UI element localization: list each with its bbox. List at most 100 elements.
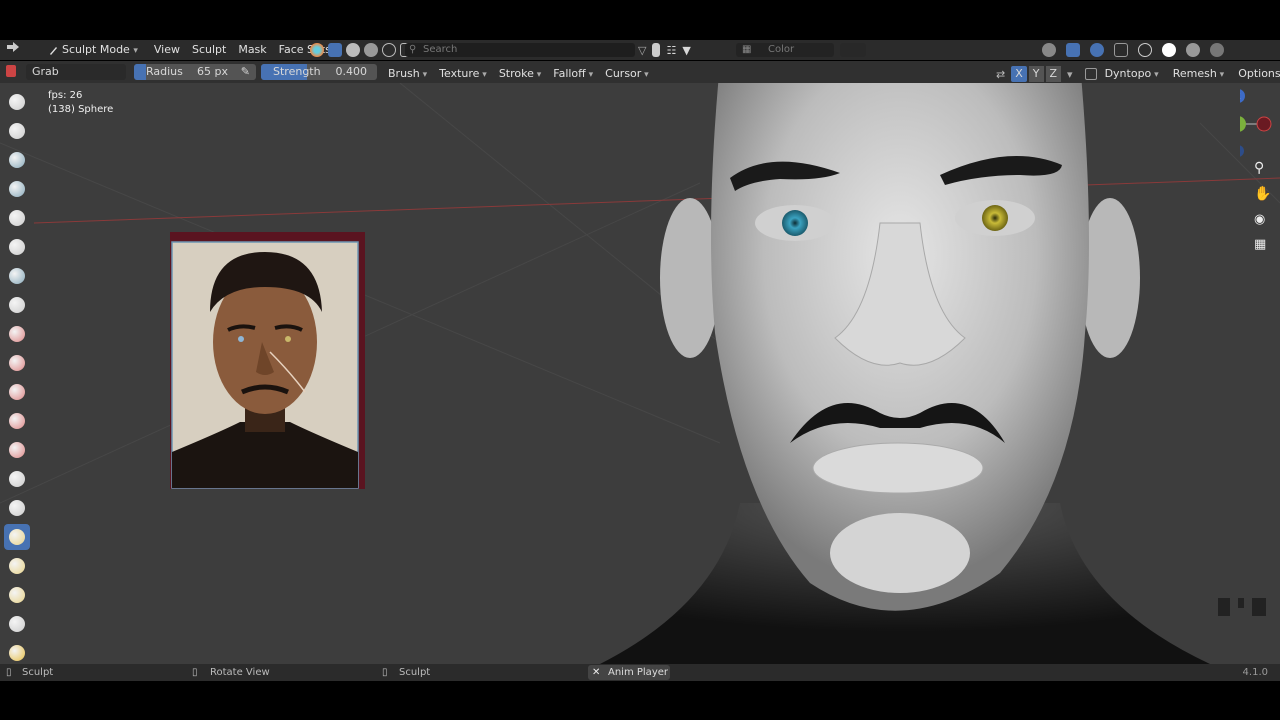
tool-flatten-button[interactable]: [4, 379, 30, 405]
right-eye: [982, 205, 1008, 231]
tool-pose-button[interactable]: [4, 640, 30, 666]
search-input[interactable]: ⚲ Search: [405, 43, 635, 57]
strength-value: 0.400: [335, 65, 368, 78]
tool-crease-button[interactable]: [4, 321, 30, 347]
sphere-alt-icon[interactable]: [364, 43, 378, 57]
z-axis-handle[interactable]: [1240, 89, 1245, 103]
tool-draw-sharp-button[interactable]: [4, 118, 30, 144]
symmetry-dropdown-icon[interactable]: ▾: [1067, 68, 1073, 81]
pivot-selector[interactable]: [840, 43, 866, 57]
visibility-icon[interactable]: [1042, 43, 1056, 57]
brush-selector[interactable]: Grab: [26, 64, 126, 80]
editor-type-button[interactable]: [0, 40, 34, 60]
wireframe-shading-icon[interactable]: [1138, 43, 1152, 57]
tool-thumb-icon: [9, 616, 25, 632]
filter-icon[interactable]: ▼: [682, 44, 690, 57]
pen-pressure-icon[interactable]: ✎: [241, 64, 250, 80]
tool-multiplane-scrape-icon: [9, 471, 25, 487]
tool-clay-button[interactable]: [4, 147, 30, 173]
box-select-icon[interactable]: [328, 43, 342, 57]
pause-block-icon: [1218, 598, 1230, 616]
tool-elastic-deform-icon: [9, 558, 25, 574]
search-icon: ⚲: [409, 44, 417, 55]
perspective-grid-icon[interactable]: ▦: [1254, 237, 1266, 252]
lips: [812, 442, 984, 494]
zoom-icon[interactable]: ⚲: [1254, 160, 1264, 176]
tool-snake-hook-button[interactable]: [4, 582, 30, 608]
viewport-header: Sculpt Mode View Sculpt Mask Face Sets ⚲…: [0, 40, 1280, 60]
axis-y-toggle[interactable]: Y: [1028, 66, 1044, 82]
tool-clay-thumb-icon: [9, 210, 25, 226]
radius-field[interactable]: Radius 65 px ✎: [134, 64, 256, 80]
navigation-gizmo[interactable]: Z ⚲ ✋ ◉ ▦: [1240, 83, 1280, 283]
remesh-menu[interactable]: Remesh: [1167, 64, 1231, 84]
letterbox-bottom: [0, 681, 1280, 720]
tool-elastic-deform-button[interactable]: [4, 553, 30, 579]
tool-clay-thumb-button[interactable]: [4, 205, 30, 231]
right-ear: [1080, 198, 1140, 358]
menu-sculpt[interactable]: Sculpt: [186, 40, 232, 60]
material-shading-icon[interactable]: [1186, 43, 1200, 57]
sphere-outline-icon[interactable]: [382, 43, 396, 57]
tool-draw-icon: [9, 94, 25, 110]
sphere-icon[interactable]: [346, 43, 360, 57]
bookmark-icon[interactable]: [652, 43, 661, 57]
tool-layer-icon: [9, 239, 25, 255]
axis-x-toggle[interactable]: X: [1011, 66, 1027, 82]
color-mode-icon: ▦: [742, 44, 752, 55]
falloff-menu[interactable]: Falloff: [547, 64, 599, 84]
strength-field[interactable]: Strength 0.400: [261, 64, 377, 80]
xray-icon[interactable]: [1114, 43, 1128, 57]
status-bar: ▯ Sculpt ▯ Rotate View ▯ Sculpt ✕ Anim P…: [0, 664, 1280, 681]
tool-clay-strips-icon: [9, 181, 25, 197]
tool-snake-hook-icon: [9, 587, 25, 603]
gizmo-icon[interactable]: [1066, 43, 1080, 57]
face-sets-color-icon[interactable]: [310, 43, 324, 57]
search-dropdown-icon[interactable]: ▽: [638, 44, 646, 57]
symmetry-icon: ⇄: [996, 67, 1006, 81]
z-neg-handle[interactable]: [1240, 145, 1244, 157]
solid-shading-icon[interactable]: [1162, 43, 1176, 57]
reference-image[interactable]: [170, 232, 365, 489]
camera-view-icon[interactable]: ◉: [1254, 212, 1265, 227]
tool-grab-button[interactable]: [4, 524, 30, 550]
tool-smooth-button[interactable]: [4, 350, 30, 376]
close-icon[interactable]: ✕: [592, 665, 600, 680]
tool-blob-button[interactable]: [4, 292, 30, 318]
tool-draw-button[interactable]: [4, 89, 30, 115]
tool-layer-button[interactable]: [4, 234, 30, 260]
tool-settings-bar: Grab Radius 65 px ✎ Strength 0.400 Brush…: [0, 61, 1280, 83]
x-axis-handle[interactable]: [1256, 116, 1272, 132]
tool-multiplane-scrape-button[interactable]: [4, 466, 30, 492]
color-selector[interactable]: ▦ Color: [736, 43, 834, 57]
tool-thumb-button[interactable]: [4, 611, 30, 637]
options-menu[interactable]: Options: [1232, 64, 1280, 84]
brush-menu[interactable]: Brush: [382, 64, 433, 84]
menu-mask[interactable]: Mask: [232, 40, 272, 60]
anim-player-button[interactable]: ✕ Anim Player: [588, 665, 670, 680]
dyntopo-checkbox[interactable]: [1084, 68, 1097, 80]
stroke-menu[interactable]: Stroke: [493, 64, 547, 84]
overlays-icon[interactable]: [1090, 43, 1104, 57]
tool-fill-icon: [9, 413, 25, 429]
rendered-shading-icon[interactable]: [1210, 43, 1224, 57]
editor-type-icon: [7, 42, 19, 52]
y-axis-handle[interactable]: [1240, 116, 1246, 132]
menu-view[interactable]: View: [148, 40, 186, 60]
tool-inflate-button[interactable]: [4, 263, 30, 289]
chin: [830, 513, 970, 593]
radius-value: 65 px: [197, 65, 228, 78]
cursor-menu[interactable]: Cursor: [599, 64, 655, 84]
tool-scrape-button[interactable]: [4, 437, 30, 463]
axis-z-toggle[interactable]: Z: [1045, 66, 1062, 82]
strength-label: Strength: [273, 65, 321, 78]
mode-selector[interactable]: Sculpt Mode: [34, 40, 144, 60]
texture-menu[interactable]: Texture: [433, 64, 493, 84]
tool-clay-strips-button[interactable]: [4, 176, 30, 202]
layout-icon[interactable]: ☷: [666, 44, 676, 57]
pan-hand-icon[interactable]: ✋: [1254, 186, 1271, 202]
object-name: (138) Sphere: [48, 104, 114, 115]
tool-pinch-button[interactable]: [4, 495, 30, 521]
dyntopo-menu[interactable]: Dyntopo: [1099, 64, 1165, 84]
tool-fill-button[interactable]: [4, 408, 30, 434]
